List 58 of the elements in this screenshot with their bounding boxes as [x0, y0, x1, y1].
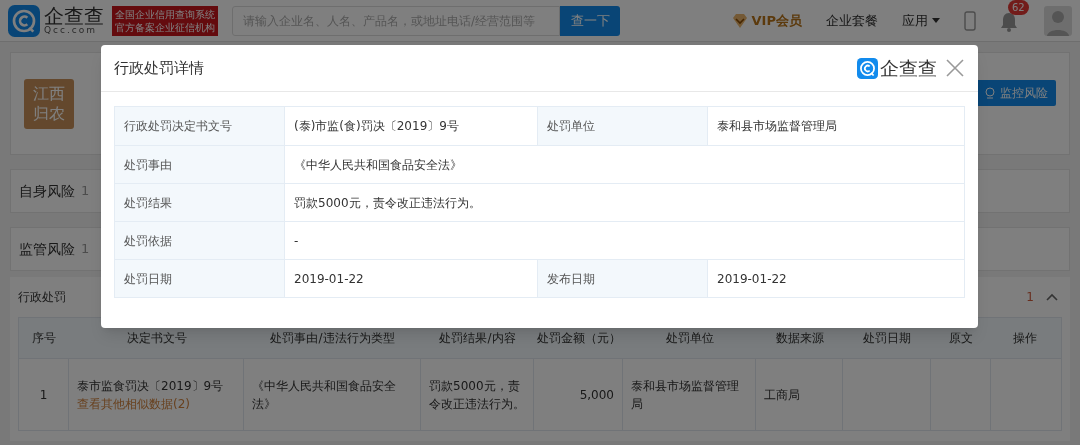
field-label: 处罚结果 — [124, 194, 172, 212]
subsection-count: 1 — [1026, 289, 1034, 306]
field-label: 处罚依据 — [124, 232, 172, 250]
dialog-brand: 企查查 — [880, 55, 937, 81]
field-value: 罚款5000元，责令改正违法行为。 — [294, 194, 481, 212]
field-value: 2019-01-22 — [717, 270, 787, 288]
field-label: 发布日期 — [547, 270, 595, 288]
similar-data-link[interactable]: 查看其他相似数据(2) — [77, 394, 190, 413]
logo-icon — [8, 4, 40, 37]
column-header: 处罚单位 — [664, 330, 715, 347]
table-cell-text: 罚款5000元，责令改正违法行为。 — [429, 377, 525, 413]
field-value: (泰)市监(食)罚决〔2019〕9号 — [294, 118, 459, 135]
field-label: 处罚事由 — [124, 156, 172, 174]
subsection-title: 行政处罚 — [18, 289, 66, 306]
diamond-icon — [731, 13, 748, 28]
column-header: 处罚日期 — [862, 330, 912, 347]
avatar-icon[interactable] — [1044, 5, 1072, 36]
field-label: 处罚日期 — [124, 270, 172, 288]
company-logo: 江西 归农 — [24, 78, 74, 129]
nav-link[interactable]: 应用 — [902, 10, 940, 31]
table-cell-text: 工商局 — [764, 386, 800, 404]
search-button[interactable]: 查一下 — [560, 5, 620, 36]
brand-name: 企查查 — [44, 6, 104, 26]
table-cell-text: 1 — [39, 386, 48, 404]
field-label: 行政处罚决定书文号 — [124, 118, 232, 135]
field-value: 2019-01-22 — [294, 270, 364, 288]
nav-link[interactable]: VIP会员 — [731, 10, 802, 31]
field-value: 《中华人民共和国食品安全法》 — [294, 156, 462, 174]
table-cell-text: 《中华人民共和国食品安全法》 — [252, 377, 397, 413]
section-title: 监管风险 — [19, 239, 75, 259]
close-button[interactable] — [945, 58, 965, 78]
nav-link[interactable]: 企业套餐 — [826, 10, 878, 31]
notification-badge: 62 — [1008, 0, 1029, 15]
certification-badge: 全国企业信用查询系统 官方备案企业征信机构 — [112, 5, 218, 36]
close-icon — [946, 59, 964, 77]
field-value: - — [294, 232, 299, 250]
column-header: 序号 — [31, 330, 57, 347]
logo-icon — [857, 57, 878, 79]
table-cell-text: 泰和县市场监督管理局 — [631, 377, 740, 413]
field-label: 处罚单位 — [547, 118, 595, 135]
column-header: 处罚结果/内容 — [438, 330, 517, 347]
collapse-icon[interactable] — [1046, 293, 1058, 301]
phone-icon[interactable] — [964, 10, 976, 31]
table-cell-text: 5,000 — [579, 386, 614, 404]
bell-icon[interactable] — [1000, 11, 1018, 32]
column-header: 操作 — [1012, 330, 1038, 347]
field-value: 泰和县市场监督管理局 — [717, 118, 837, 135]
section-title: 自身风险 — [19, 181, 75, 201]
column-header: 处罚事由/违法行为类型 — [269, 330, 396, 347]
column-header: 决定书文号 — [125, 330, 188, 347]
table-cell-text: 泰市监食罚决〔2019〕9号 — [77, 377, 225, 395]
column-header: 数据来源 — [774, 330, 825, 347]
monitor-risk-button[interactable]: 监控风险 — [976, 79, 1056, 106]
caret-icon — [932, 18, 940, 23]
column-header: 原文 — [948, 330, 974, 347]
brand-domain: Qcc.com — [44, 26, 99, 35]
column-header: 处罚金额（元） — [535, 330, 622, 347]
dialog-title: 行政处罚详情 — [114, 57, 204, 79]
